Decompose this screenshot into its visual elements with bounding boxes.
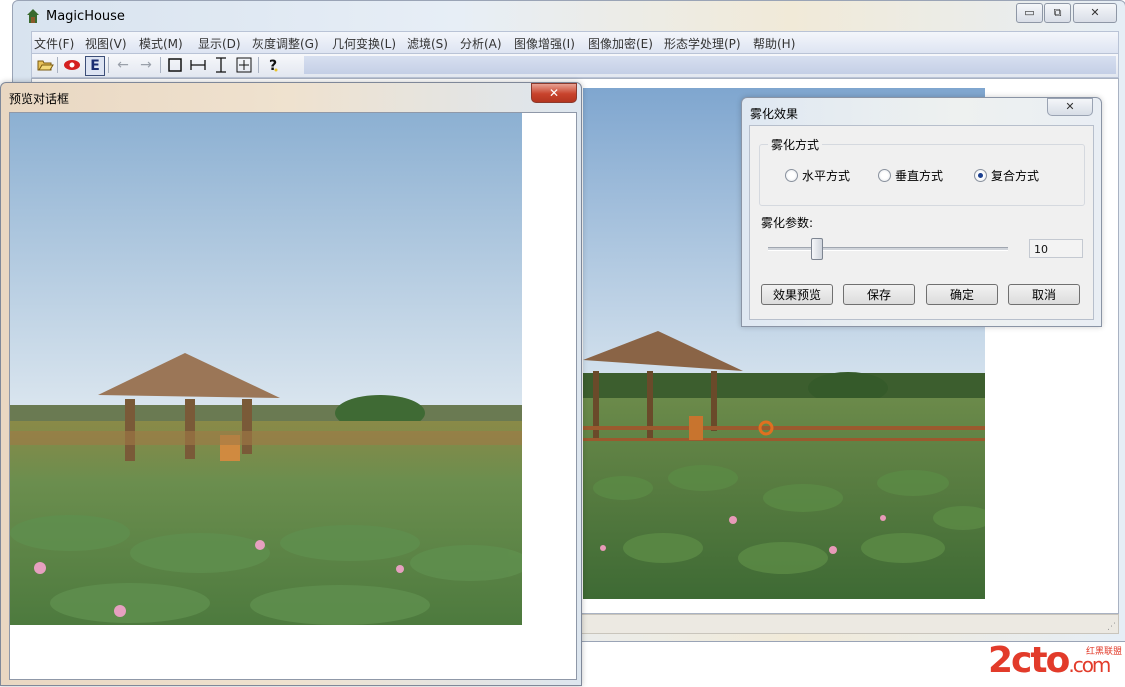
radio-vertical-dot[interactable]: [878, 169, 891, 182]
fog-dialog-body: 雾化方式 水平方式 垂直方式 复合方式 雾化参数: 10 效果预览 保存 确定 …: [749, 125, 1094, 320]
app-icon: [27, 9, 39, 23]
radio-horizontal-label: 水平方式: [802, 169, 851, 183]
menu-help[interactable]: 帮助(H): [753, 35, 795, 52]
fog-mode-group-label: 雾化方式: [768, 136, 823, 153]
ok-button[interactable]: 确定: [926, 284, 998, 305]
radio-horizontal[interactable]: 水平方式: [785, 167, 850, 184]
svg-text:?: ?: [269, 58, 277, 74]
save-button[interactable]: 保存: [843, 284, 915, 305]
preview-dialog: 预览对话框 ✕: [0, 82, 582, 686]
fog-param-value[interactable]: 10: [1029, 239, 1083, 258]
fog-param-slider-thumb[interactable]: [811, 238, 823, 260]
menu-file[interactable]: 文件(F): [34, 35, 74, 52]
menu-enhance[interactable]: 图像增强(I): [514, 35, 575, 52]
preview-canvas: [9, 112, 577, 680]
minimize-button[interactable]: ▭: [1016, 3, 1043, 23]
menu-grayscale[interactable]: 灰度调整(G): [252, 35, 319, 52]
menu-morphology[interactable]: 形态学处理(P): [664, 35, 741, 52]
maximize-button[interactable]: ⧉: [1044, 3, 1071, 23]
fit-width-icon[interactable]: [189, 56, 207, 74]
fog-param-label: 雾化参数:: [761, 216, 814, 230]
preview-effect-button[interactable]: 效果预览: [761, 284, 833, 305]
radio-vertical[interactable]: 垂直方式: [878, 167, 943, 184]
menu-view[interactable]: 视图(V): [85, 35, 127, 52]
radio-composite-label: 复合方式: [991, 169, 1040, 183]
close-button[interactable]: ✕: [1073, 3, 1117, 23]
window-title: MagicHouse: [46, 9, 125, 24]
menu-display[interactable]: 显示(D): [198, 35, 241, 52]
menu-filter[interactable]: 滤境(S): [407, 35, 448, 52]
menu-mode[interactable]: 模式(M): [139, 35, 183, 52]
toolbar: E ← → ?: [31, 53, 1119, 78]
fog-effect-dialog: 雾化效果 ✕ 雾化方式 水平方式 垂直方式 复合方式 雾化参数: 10 效果预览…: [741, 97, 1102, 327]
toolbar-separator: [258, 57, 259, 73]
resize-grip-icon[interactable]: ⋰: [1107, 622, 1116, 632]
toolbar-background: [304, 56, 1116, 74]
radio-composite[interactable]: 复合方式: [974, 167, 1039, 184]
watermark-subtitle: 红黑联盟: [1085, 647, 1122, 657]
title-bar[interactable]: MagicHouse ▭ ⧉ ✕: [13, 1, 1125, 31]
preview-dialog-title: 预览对话框: [9, 92, 70, 106]
open-folder-icon[interactable]: [36, 56, 54, 74]
preview-image: [10, 113, 522, 625]
e-icon[interactable]: E: [85, 56, 105, 76]
toolbar-separator: [160, 57, 161, 73]
toolbar-separator: [108, 57, 109, 73]
eye-icon[interactable]: [63, 56, 81, 74]
radio-horizontal-dot[interactable]: [785, 169, 798, 182]
menu-bar: 文件(F) 视图(V) 模式(M) 显示(D) 灰度调整(G) 几何变换(L) …: [31, 31, 1119, 54]
help-icon[interactable]: ?: [264, 56, 282, 74]
fog-close-button[interactable]: ✕: [1047, 98, 1093, 116]
menu-analysis[interactable]: 分析(A): [460, 35, 502, 52]
cancel-button[interactable]: 取消: [1008, 284, 1080, 305]
rectangle-icon[interactable]: [166, 56, 184, 74]
radio-composite-dot[interactable]: [974, 169, 987, 182]
toolbar-separator: [57, 57, 58, 73]
menu-geometry[interactable]: 几何变换(L): [332, 35, 396, 52]
arrow-right-icon[interactable]: →: [137, 56, 155, 74]
radio-vertical-label: 垂直方式: [895, 169, 944, 183]
fit-height-icon[interactable]: [212, 56, 230, 74]
fog-dialog-title: 雾化效果: [750, 107, 799, 121]
watermark-logo: 2cto.com 红黑联盟: [988, 640, 1124, 682]
arrow-left-icon[interactable]: ←: [114, 56, 132, 74]
fit-window-icon[interactable]: [235, 56, 253, 74]
fog-param-slider-track[interactable]: [768, 247, 1008, 251]
menu-encrypt[interactable]: 图像加密(E): [588, 35, 653, 52]
preview-close-button[interactable]: ✕: [531, 83, 577, 103]
